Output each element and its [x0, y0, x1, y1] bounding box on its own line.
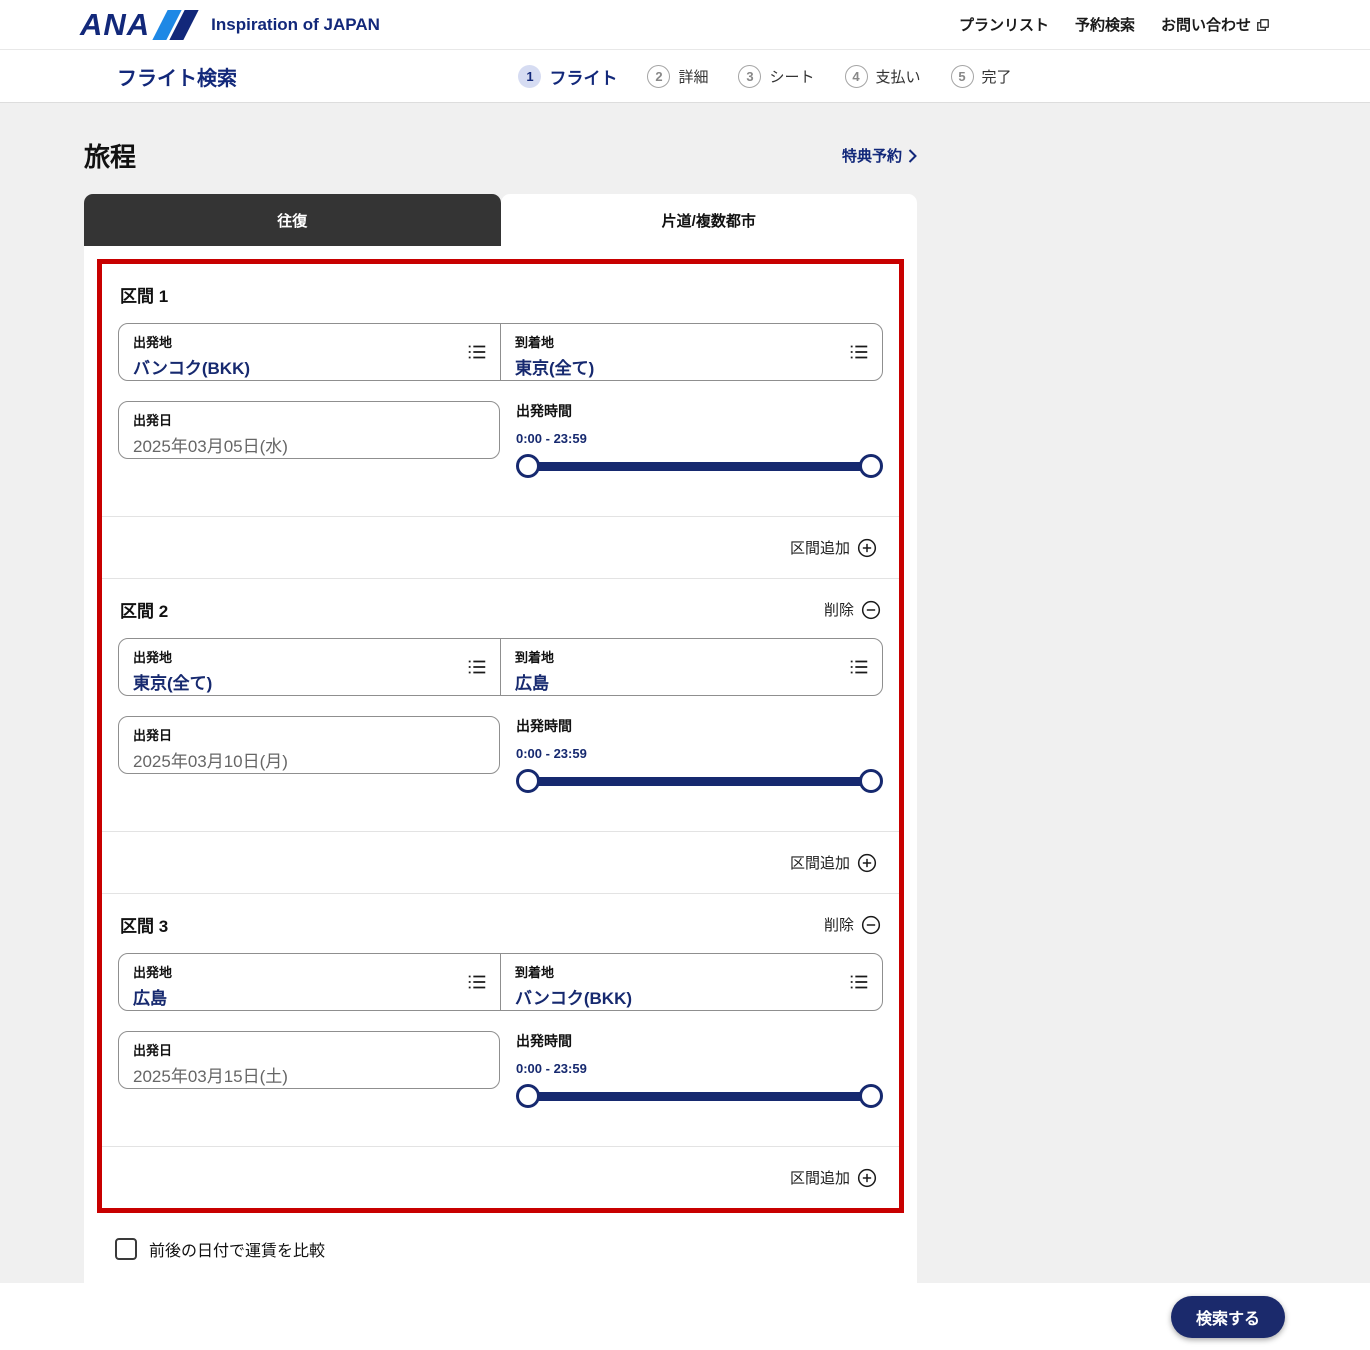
slider-track: [526, 1092, 873, 1101]
add-segment-button[interactable]: 区間追加: [790, 537, 877, 558]
slider-handle-end[interactable]: [859, 769, 883, 793]
plus-circle-icon: [857, 538, 877, 558]
brand-tagline: Inspiration of JAPAN: [211, 15, 380, 35]
time-range-value: 0:00 - 23:59: [516, 431, 883, 446]
compare-fares-row: 前後の日付で運賃を比較: [97, 1213, 904, 1283]
list-icon: [466, 341, 488, 363]
list-icon: [466, 971, 488, 993]
step-complete: 5 完了: [951, 65, 1012, 88]
segment-3: 区間 3 削除 出発地 広島: [102, 894, 899, 1146]
page-section-title: フライト検索: [117, 62, 237, 91]
step-details: 2 詳細: [647, 65, 708, 88]
segment-title: 区間 1: [120, 282, 168, 307]
list-icon: [848, 656, 870, 678]
nav-plan-list[interactable]: プランリスト: [959, 14, 1049, 35]
trip-type-tabs: 往復 片道/複数都市: [84, 194, 917, 246]
list-icon: [466, 656, 488, 678]
plus-circle-icon: [857, 1168, 877, 1188]
slider-track: [526, 777, 873, 786]
slider-handle-start[interactable]: [516, 1084, 540, 1108]
add-segment-row: 区間追加: [102, 1146, 899, 1208]
segment-1-date-field[interactable]: 出発日 2025年03月05日(水): [118, 401, 500, 459]
nav-contact[interactable]: お問い合わせ: [1161, 14, 1270, 35]
segment-3-time-slider[interactable]: [516, 1084, 883, 1108]
segment-1-departure-field[interactable]: 出発地 バンコク(BKK): [119, 324, 501, 380]
list-icon: [848, 971, 870, 993]
delete-segment-3-button[interactable]: 削除: [824, 914, 881, 935]
step-seat: 3 シート: [738, 65, 814, 88]
slider-handle-start[interactable]: [516, 769, 540, 793]
slider-handle-end[interactable]: [859, 1084, 883, 1108]
tab-round-trip[interactable]: 往復: [84, 194, 501, 246]
segment-2: 区間 2 削除 出発地 東京(全て): [102, 579, 899, 831]
ana-slash-icon: [160, 10, 191, 40]
compare-fares-label: 前後の日付で運賃を比較: [149, 1237, 325, 1261]
step-flight: 1 フライト: [518, 64, 617, 89]
list-icon: [848, 341, 870, 363]
compare-fares-checkbox[interactable]: [115, 1238, 137, 1260]
sub-header: フライト検索 1 フライト 2 詳細 3 シート 4 支払い 5 完了: [0, 50, 1370, 103]
time-range-value: 0:00 - 23:59: [516, 1061, 883, 1076]
minus-circle-icon: [861, 600, 881, 620]
segment-1-time-slider[interactable]: [516, 454, 883, 478]
slider-handle-start[interactable]: [516, 454, 540, 478]
add-segment-button[interactable]: 区間追加: [790, 852, 877, 873]
page-title: 旅程: [84, 137, 136, 174]
award-booking-link[interactable]: 特典予約: [842, 145, 917, 166]
progress-steps: 1 フライト 2 詳細 3 シート 4 支払い 5 完了: [358, 64, 1011, 89]
top-nav: プランリスト 予約検索 お問い合わせ: [959, 14, 1270, 35]
segment-title: 区間 2: [120, 597, 168, 622]
main-area: 旅程 特典予約 往復 片道/複数都市 区間 1: [0, 103, 1370, 1283]
chevron-right-icon: [908, 149, 917, 163]
ana-logo-text: ANA: [80, 7, 150, 43]
segments-highlight-box: 区間 1 出発地 バンコク(BKK) 到着地 東京(全て): [97, 259, 904, 1213]
tab-oneway-multicity[interactable]: 片道/複数都市: [501, 194, 918, 246]
add-segment-row: 区間追加: [102, 831, 899, 894]
plus-circle-icon: [857, 853, 877, 873]
slider-track: [526, 462, 873, 471]
segment-3-departure-field[interactable]: 出発地 広島: [119, 954, 501, 1010]
segment-3-date-field[interactable]: 出発日 2025年03月15日(土): [118, 1031, 500, 1089]
search-button[interactable]: 検索する: [1171, 1296, 1285, 1338]
external-link-icon: [1256, 18, 1270, 32]
step-payment: 4 支払い: [845, 65, 921, 88]
segment-2-time-slider[interactable]: [516, 769, 883, 793]
segment-3-arrival-field[interactable]: 到着地 バンコク(BKK): [501, 954, 882, 1010]
segment-1: 区間 1 出発地 バンコク(BKK) 到着地 東京(全て): [102, 264, 899, 516]
footer-bar: 検索する: [0, 1283, 1370, 1350]
add-segment-button[interactable]: 区間追加: [790, 1167, 877, 1188]
delete-segment-2-button[interactable]: 削除: [824, 599, 881, 620]
slider-handle-end[interactable]: [859, 454, 883, 478]
segment-1-arrival-field[interactable]: 到着地 東京(全て): [501, 324, 882, 380]
add-segment-row: 区間追加: [102, 516, 899, 579]
segment-title: 区間 3: [120, 912, 168, 937]
time-range-value: 0:00 - 23:59: [516, 746, 883, 761]
ana-logo[interactable]: ANA Inspiration of JAPAN: [80, 7, 380, 43]
search-form-card: 区間 1 出発地 バンコク(BKK) 到着地 東京(全て): [84, 246, 917, 1283]
segment-2-arrival-field[interactable]: 到着地 広島: [501, 639, 882, 695]
segment-2-date-field[interactable]: 出発日 2025年03月10日(月): [118, 716, 500, 774]
segment-2-departure-field[interactable]: 出発地 東京(全て): [119, 639, 501, 695]
minus-circle-icon: [861, 915, 881, 935]
top-header: ANA Inspiration of JAPAN プランリスト 予約検索 お問い…: [0, 0, 1370, 50]
nav-booking-search[interactable]: 予約検索: [1075, 14, 1135, 35]
